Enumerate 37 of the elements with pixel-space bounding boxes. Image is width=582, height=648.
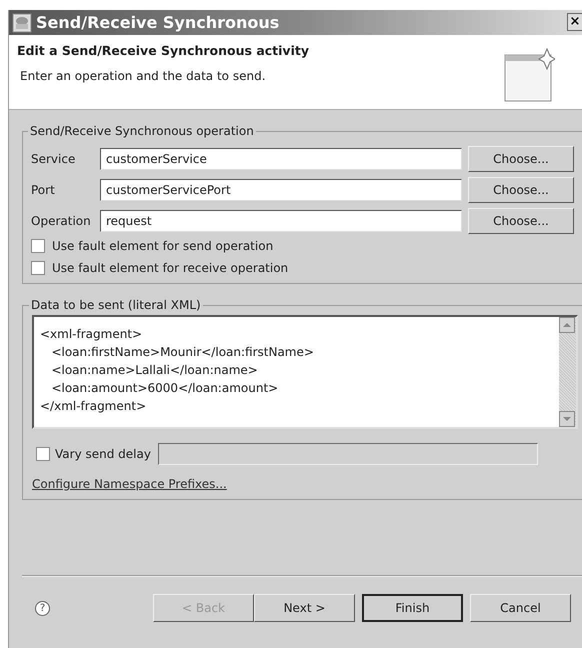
group-title: Send/Receive Synchronous operation <box>29 124 255 138</box>
text-field[interactable]: customerService <box>100 148 462 170</box>
window-title: Send/Receive Synchronous <box>36 13 280 32</box>
text-field[interactable]: customerServicePort <box>100 178 462 200</box>
checkbox-label: Use fault element for receive operation <box>52 261 288 275</box>
page-title: Edit a Send/Receive Synchronous activity <box>17 43 309 58</box>
dialog-button[interactable]: Finish <box>362 594 463 622</box>
dialog-button[interactable]: Cancel <box>470 594 571 622</box>
field-label: Operation <box>31 214 92 228</box>
namespace-link[interactable]: Configure Namespace Prefixes... <box>32 477 227 491</box>
checkbox-label: Use fault element for send operation <box>52 239 274 253</box>
checkbox-label: Vary send delay <box>55 447 151 461</box>
xml-text-area[interactable]: <xml-fragment> <loan:firstName>Mounir</loan:firstName> <loan:name>Lallali</loan:name> <loan:amount>6000</loan:amount> </xml-fragment> <box>32 315 578 429</box>
scroll-down-icon[interactable] <box>559 411 575 427</box>
scroll-up-icon[interactable] <box>559 317 575 333</box>
help-icon[interactable]: ? <box>35 600 50 616</box>
field-label: Service <box>31 152 76 166</box>
close-button[interactable]: × <box>567 13 582 31</box>
choose-button[interactable]: Choose... <box>468 208 574 234</box>
checkbox[interactable] <box>36 447 50 461</box>
choose-button[interactable]: Choose... <box>468 146 574 172</box>
xml-line: </xml-fragment> <box>40 398 148 415</box>
scrollbar[interactable] <box>559 317 576 427</box>
dialog-button[interactable]: Next > <box>254 594 355 622</box>
field-label: Port <box>31 182 56 196</box>
delay-field[interactable] <box>158 443 538 465</box>
text-field[interactable]: request <box>100 210 462 232</box>
xml-line: <loan:name>Lallali</loan:name> <box>50 362 259 379</box>
checkbox[interactable] <box>31 261 45 275</box>
xml-line: <xml-fragment> <box>40 326 144 343</box>
xml-line: <loan:amount>6000</loan:amount> <box>50 380 280 397</box>
choose-button[interactable]: Choose... <box>468 176 574 202</box>
checkbox[interactable] <box>31 239 45 253</box>
xml-line: <loan:firstName>Mounir</loan:firstName> <box>50 344 315 361</box>
page-description: Enter an operation and the data to send. <box>20 69 267 83</box>
group-title: Data to be sent (literal XML) <box>30 298 202 312</box>
app-icon <box>12 12 32 32</box>
